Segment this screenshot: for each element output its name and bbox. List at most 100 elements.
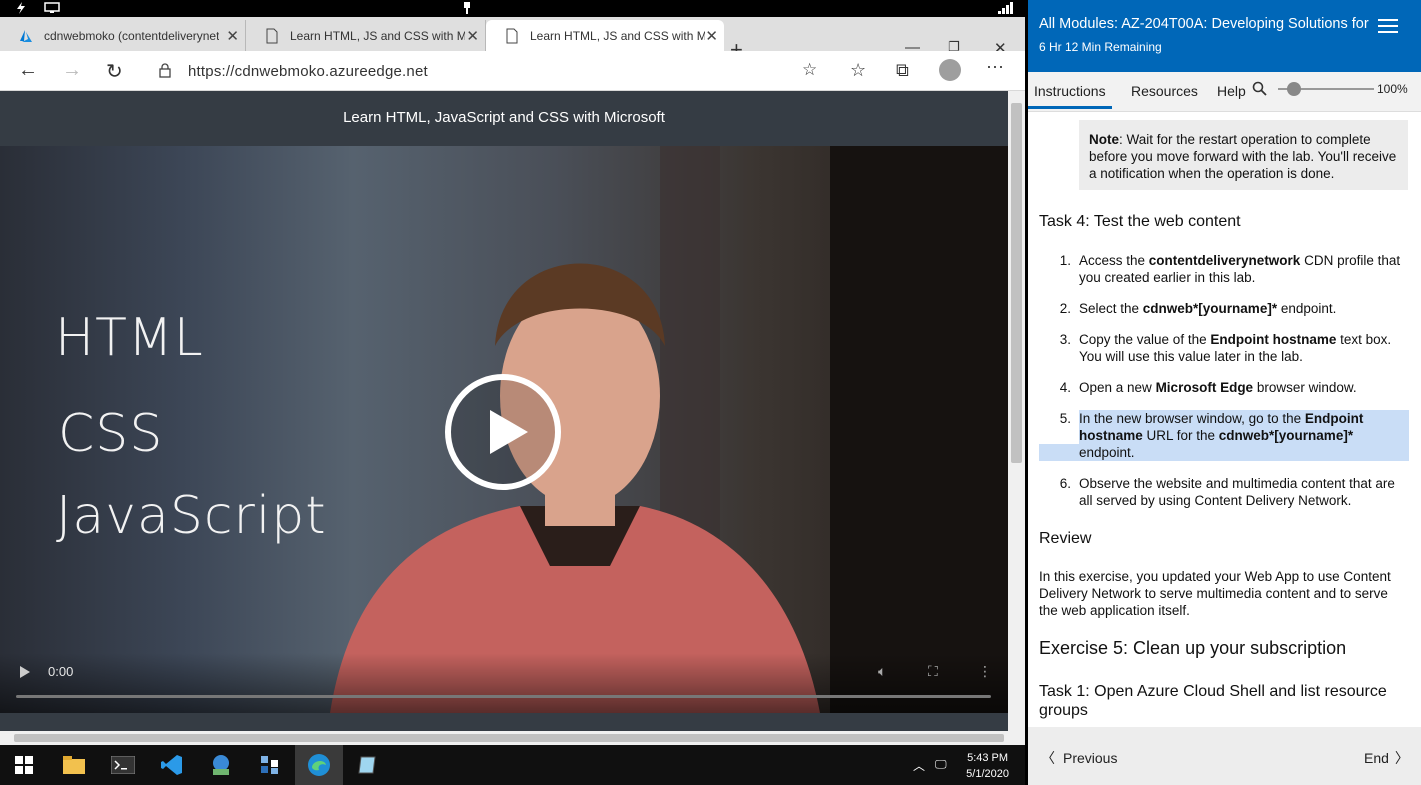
step-text: Open a new Microsoft Edge browser window… <box>1079 380 1357 395</box>
panel-footer: 〈 Previous End 〉 <box>1028 727 1421 785</box>
previous-label: Previous <box>1063 750 1118 766</box>
step-text: Observe the website and multimedia conte… <box>1079 476 1395 508</box>
tab-instructions[interactable]: Instructions <box>1028 83 1112 109</box>
lightning-icon[interactable] <box>15 2 27 14</box>
tab-title: cdnwebmoko (contentdeliverynetwork) <box>44 28 219 43</box>
note-label: Note <box>1089 132 1119 147</box>
more-icon[interactable]: ··· <box>986 56 1004 77</box>
grid-app-icon <box>261 756 278 774</box>
start-button[interactable] <box>0 745 48 785</box>
tab-learn-html-1[interactable]: Learn HTML, JS and CSS with Microsoft ✕ <box>246 20 486 51</box>
fullscreen-icon[interactable]: ⛶ <box>928 663 938 680</box>
browser-tab-strip: cdnwebmoko (contentdeliverynetwork) ✕ Le… <box>0 17 1025 61</box>
azure-icon <box>20 29 32 42</box>
signal-icon <box>998 2 1013 14</box>
url-text[interactable]: https://cdnwebmoko.azureedge.net <box>188 63 428 80</box>
taskbar-edge[interactable] <box>295 745 343 785</box>
instructions-content: Note: Wait for the restart operation to … <box>1028 112 1421 725</box>
review-text: In this exercise, you updated your Web A… <box>1039 569 1391 618</box>
play-icon[interactable] <box>20 666 30 678</box>
show-hidden-icons[interactable]: ︿ <box>913 757 925 774</box>
video-more-icon[interactable]: ⋮ <box>978 663 992 680</box>
step-number: 2. <box>1059 301 1071 316</box>
favorites-icon[interactable]: ☆ <box>850 60 866 81</box>
tab-title: Learn HTML, JS and CSS with Microsoft <box>290 28 465 43</box>
monitor-icon[interactable] <box>44 2 60 14</box>
chevron-left-icon: 〈 <box>1041 750 1055 766</box>
taskbar-file-explorer[interactable] <box>50 745 98 785</box>
horizontal-scrollbar[interactable] <box>0 731 1025 745</box>
course-title: All Modules: AZ-204T00A: Developing Solu… <box>1039 16 1369 32</box>
taskbar-notes[interactable] <box>344 745 392 785</box>
panel-header: All Modules: AZ-204T00A: Developing Solu… <box>1028 0 1421 72</box>
address-bar[interactable]: https://cdnwebmoko.azureedge.net ☆ <box>146 56 832 86</box>
step-text[interactable]: In the new browser window, go to the End… <box>1079 410 1409 461</box>
video-word-css: CSS <box>58 404 164 464</box>
page-icon <box>266 28 278 43</box>
edge-icon <box>308 754 330 776</box>
selection-highlight <box>1039 444 1079 461</box>
vscode-icon <box>161 755 182 775</box>
page-icon <box>506 28 518 43</box>
zoom-slider-thumb[interactable] <box>1287 82 1301 96</box>
previous-button[interactable]: 〈 Previous <box>1041 748 1117 768</box>
video-progress-bar[interactable] <box>16 695 991 698</box>
back-button[interactable]: ← <box>18 59 38 82</box>
video-time: 0:00 <box>48 664 74 679</box>
step-number: 4. <box>1059 380 1071 395</box>
step-number: 6. <box>1059 476 1071 491</box>
menu-icon[interactable] <box>1378 19 1398 37</box>
taskbar-network-app[interactable] <box>197 745 245 785</box>
tab-learn-html-2[interactable]: Learn HTML, JS and CSS with Microsoft ✕ <box>486 20 724 51</box>
tab-help[interactable]: Help <box>1217 83 1246 99</box>
step-number: 3. <box>1059 332 1071 347</box>
end-button[interactable]: End 〉 <box>1364 748 1409 768</box>
step-text: Access the contentdeliverynetwork CDN pr… <box>1079 253 1401 285</box>
search-icon[interactable] <box>1252 81 1268 97</box>
vertical-scrollbar[interactable] <box>1008 91 1025 731</box>
notepad-icon <box>358 756 376 774</box>
task4-heading: Task 4: Test the web content <box>1039 213 1241 230</box>
folder-icon <box>63 756 85 774</box>
pin-icon[interactable] <box>462 2 472 14</box>
close-icon[interactable]: ✕ <box>226 27 239 45</box>
volume-icon[interactable]: 🔈︎ <box>878 663 886 680</box>
step-number: 1. <box>1059 253 1071 268</box>
page-header: Learn HTML, JavaScript and CSS with Micr… <box>0 91 1008 146</box>
big-play-icon[interactable] <box>443 372 563 492</box>
remote-desktop: cdnwebmoko (contentdeliverynetwork) ✕ Le… <box>0 0 1025 785</box>
video-controls: 0:00 🔈︎ ⛶ ⋮ <box>0 653 1008 713</box>
network-status-icon[interactable]: 🖵︎ <box>935 757 947 772</box>
clock-date: 5/1/2020 <box>966 768 1009 780</box>
taskbar-terminal[interactable] <box>99 745 147 785</box>
review-heading: Review <box>1039 530 1092 547</box>
close-icon[interactable]: ✕ <box>705 27 718 45</box>
taskbar-clock[interactable]: 5:43 PM 5/1/2020 <box>966 750 1009 782</box>
refresh-button[interactable]: ↻ <box>106 59 123 84</box>
tab-resources[interactable]: Resources <box>1131 83 1198 99</box>
close-icon[interactable]: ✕ <box>466 27 479 45</box>
page-title: Learn HTML, JavaScript and CSS with Micr… <box>343 109 665 126</box>
step-text: Select the cdnweb*[yourname]* endpoint. <box>1079 301 1337 316</box>
lab-instructions-panel: All Modules: AZ-204T00A: Developing Solu… <box>1028 0 1421 785</box>
video-player[interactable]: HTML CSS JavaScript 0:00 🔈︎ ⛶ ⋮ <box>0 146 1008 713</box>
favorite-star-icon[interactable]: ☆ <box>802 60 817 80</box>
terminal-icon <box>111 756 135 774</box>
video-word-javascript: JavaScript <box>56 486 327 546</box>
lock-icon <box>159 63 171 78</box>
task1-heading: Task 1: Open Azure Cloud Shell and list … <box>1039 683 1387 719</box>
zoom-value: 100% <box>1377 82 1408 96</box>
forward-button[interactable]: → <box>62 59 82 82</box>
taskbar: ︿ 🖵︎ 5:43 PM 5/1/2020 <box>0 745 1025 785</box>
windows-icon <box>15 756 33 774</box>
clock-time: 5:43 PM <box>967 752 1009 764</box>
tab-azure-portal[interactable]: cdnwebmoko (contentdeliverynetwork) ✕ <box>0 20 246 51</box>
end-label: End <box>1364 750 1389 766</box>
scroll-thumb[interactable] <box>1011 103 1022 463</box>
avatar[interactable] <box>939 59 961 81</box>
collections-icon[interactable]: ⧉ <box>896 60 909 81</box>
scroll-thumb[interactable] <box>14 734 1004 742</box>
taskbar-app-grid[interactable] <box>246 745 294 785</box>
taskbar-vscode[interactable] <box>148 745 196 785</box>
network-icon <box>213 755 229 775</box>
